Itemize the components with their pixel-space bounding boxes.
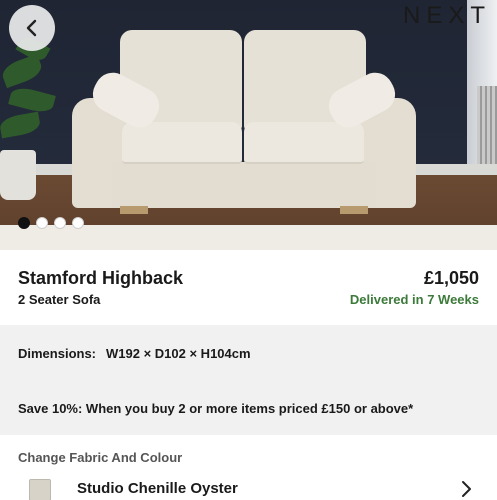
delivery-estimate: Delivered in 7 Weeks [349, 292, 479, 307]
product-image[interactable]: NEXT [0, 0, 497, 250]
gallery-dot-2[interactable] [36, 217, 48, 229]
plant-pot [0, 150, 36, 200]
sofa-seat-right [244, 122, 364, 164]
product-price: £1,050 [423, 268, 479, 288]
fabric-selector[interactable]: Studio Chenille Oyster [0, 475, 497, 500]
dimensions-value: W192 × D102 × H104cm [106, 346, 251, 361]
product-subtitle: 2 Seater Sofa [18, 292, 101, 307]
gallery-dot-3[interactable] [54, 217, 66, 229]
product-name: Stamford Highback [18, 268, 184, 288]
sofa-foot-left [120, 206, 148, 214]
gallery-dot-1[interactable] [18, 217, 30, 229]
fabric-section-label: Change Fabric And Colour [18, 450, 183, 465]
promo-offer: Save 10%: When you buy 2 or more items p… [18, 401, 414, 416]
product-summary: Stamford Highback 2 Seater Sofa £1,050 D… [0, 250, 497, 325]
fabric-section: Change Fabric And Colour Studio Chenille… [0, 435, 497, 500]
fabric-name: Studio Chenille Oyster [77, 480, 238, 497]
sofa-foot-right [340, 206, 368, 214]
sofa-base [112, 162, 376, 208]
back-button[interactable] [9, 5, 55, 51]
plant-leaf [0, 111, 42, 139]
radiator [477, 86, 497, 176]
brand-logo: NEXT [402, 2, 491, 29]
sofa-illustration [72, 30, 416, 220]
plant-leaf [8, 84, 56, 116]
chevron-right-icon [462, 481, 471, 497]
dimensions-label: Dimensions: [18, 346, 97, 361]
gallery-pagination [18, 217, 84, 229]
chevron-left-icon [26, 19, 37, 37]
sofa-seat-left [122, 122, 242, 164]
fabric-swatch [29, 479, 51, 500]
gallery-dot-4[interactable] [72, 217, 84, 229]
product-details-panel: Dimensions: W192 × D102 × H104cm Save 10%… [0, 325, 497, 435]
dimensions: Dimensions: W192 × D102 × H104cm [18, 346, 251, 361]
